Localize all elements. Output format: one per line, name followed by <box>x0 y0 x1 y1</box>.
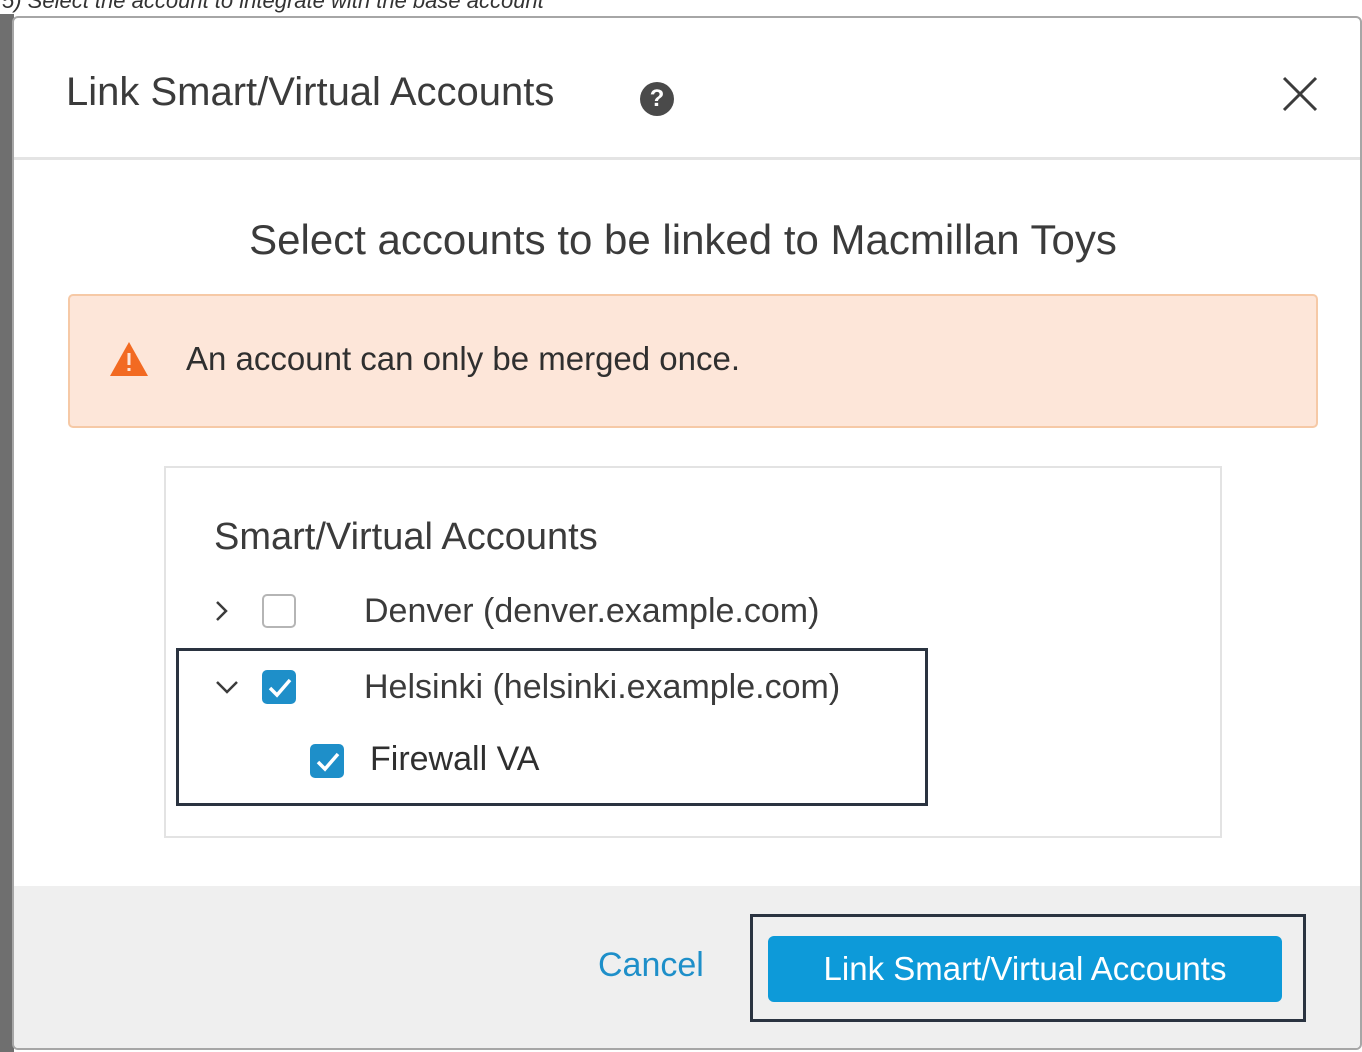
helsinki-checkbox[interactable] <box>262 670 296 704</box>
firewall-va-checkbox[interactable] <box>310 744 344 778</box>
account-label-denver: Denver (denver.example.com) <box>364 592 820 630</box>
warning-message: An account can only be merged once. <box>186 340 741 377</box>
dialog-subtitle: Select accounts to be linked to Macmilla… <box>249 216 1117 263</box>
warning-alert: An account can only be merged once. <box>68 294 1318 428</box>
link-accounts-button[interactable]: Link Smart/Virtual Accounts <box>768 936 1282 1002</box>
dialog-header: Link Smart/Virtual Accounts ? <box>14 18 1360 160</box>
account-label-helsinki: Helsinki (helsinki.example.com) <box>364 668 841 706</box>
close-icon[interactable] <box>1280 74 1320 114</box>
denver-checkbox[interactable] <box>262 594 296 628</box>
warning-icon <box>108 340 150 378</box>
dialog-title: Link Smart/Virtual Accounts <box>66 70 555 114</box>
cancel-button[interactable]: Cancel <box>598 946 704 985</box>
link-accounts-dialog: Link Smart/Virtual Accounts ? Select acc… <box>12 16 1362 1050</box>
chevron-down-icon[interactable] <box>214 674 240 700</box>
virtual-account-label-firewall-va: Firewall VA <box>370 740 540 778</box>
accounts-tree-panel: Smart/Virtual Accounts <box>164 466 1222 838</box>
help-icon[interactable]: ? <box>640 82 674 116</box>
chevron-right-icon[interactable] <box>208 598 234 624</box>
page-caption: 5) Select the account to integrate with … <box>2 0 544 13</box>
page: 5) Select the account to integrate with … <box>0 0 1362 1052</box>
accounts-heading: Smart/Virtual Accounts <box>214 516 598 558</box>
